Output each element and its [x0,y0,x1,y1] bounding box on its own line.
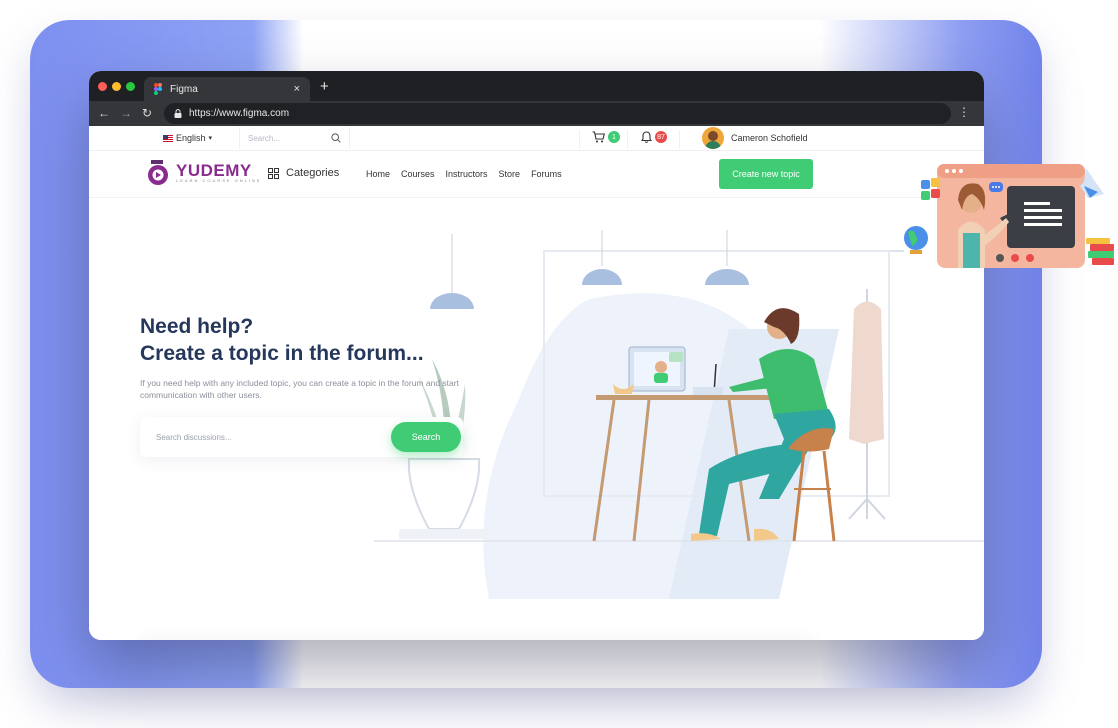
browser-nav: ← → ↻ [98,106,152,120]
window-controls [98,82,135,91]
cart-icon [592,131,605,143]
create-topic-button[interactable]: Create new topic [719,159,813,189]
hero-description: If you need help with any included topic… [140,378,459,400]
cart-count-badge: 1 [608,131,620,143]
discussion-search-placeholder: Search discussions... [156,432,232,442]
us-flag-icon [163,134,173,142]
stage: Figma × + ← → ↻ https://www.figma.com ⋮ [0,0,1118,728]
search-icon[interactable] [331,133,341,143]
user-menu[interactable]: Cameron Schofield [702,127,808,149]
logo-text: YUDEMY [176,161,252,180]
teacher-video-card-illustration [904,164,1114,268]
main-navbar: YUDEMY LEARN COURSE ONLINE Categories Ho… [89,152,984,198]
logo-wordmark: YUDEMY LEARN COURSE ONLINE [176,161,262,183]
top-search-placeholder: Search... [248,133,281,143]
reload-icon[interactable]: ↻ [142,106,152,120]
logo-icon [148,160,168,185]
chevron-down-icon: ▾ [208,135,213,142]
new-tab-button[interactable]: + [320,78,329,95]
divider [579,130,580,148]
hero-title-line2: Create a topic in the forum... [140,342,424,365]
user-name: Cameron Schofield [731,133,808,143]
figma-icon [154,83,162,95]
back-icon[interactable]: ← [98,106,110,120]
menu-item-instructors[interactable]: Instructors [446,169,488,179]
notifications-button[interactable]: 87 [641,131,667,143]
website: English ▾ Search... 1 87 Cameron Schofie… [89,126,984,640]
hero-section: Need help? Create a topic in the forum..… [89,199,984,640]
language-selector[interactable]: English ▾ [163,133,212,143]
lock-icon [174,109,182,118]
forward-icon[interactable]: → [120,106,132,120]
language-label: English [176,133,206,143]
divider [679,130,680,148]
browser-tab-bar: Figma × + [89,71,984,101]
search-button[interactable]: Search [391,422,461,452]
menu-item-courses[interactable]: Courses [401,169,435,179]
url-text: https://www.figma.com [189,108,290,119]
minimize-window-button[interactable] [112,82,121,91]
menu-item-home[interactable]: Home [366,169,390,179]
browser-tab[interactable]: Figma × [144,77,310,101]
categories-label: Categories [286,167,340,179]
menu-item-store[interactable]: Store [499,169,521,179]
notification-count-badge: 87 [655,131,667,143]
grid-icon [268,167,279,179]
main-menu: Home Courses Instructors Store Forums [366,169,562,179]
top-search-input[interactable]: Search... [239,127,350,149]
address-bar: ← → ↻ https://www.figma.com ⋮ [89,101,984,126]
close-window-button[interactable] [98,82,107,91]
browser-menu-icon[interactable]: ⋮ [958,105,970,119]
categories-menu[interactable]: Categories [268,167,339,179]
site-logo[interactable]: YUDEMY LEARN COURSE ONLINE [145,160,262,186]
hero-title: Need help? Create a topic in the forum..… [140,313,424,367]
logo-tagline: LEARN COURSE ONLINE [176,178,262,183]
browser-window: Figma × + ← → ↻ https://www.figma.com ⋮ [89,71,984,640]
url-field[interactable]: https://www.figma.com [164,103,951,124]
cart-button[interactable]: 1 [592,131,620,143]
maximize-window-button[interactable] [126,82,135,91]
divider [627,130,628,148]
bell-icon [641,131,652,143]
tab-close-icon[interactable]: × [294,83,300,95]
tab-title: Figma [170,83,198,95]
top-bar: English ▾ Search... 1 87 Cameron Schofie… [89,126,984,151]
hero-title-line1: Need help? [140,315,254,338]
menu-item-forums[interactable]: Forums [531,169,562,179]
avatar [702,127,724,149]
